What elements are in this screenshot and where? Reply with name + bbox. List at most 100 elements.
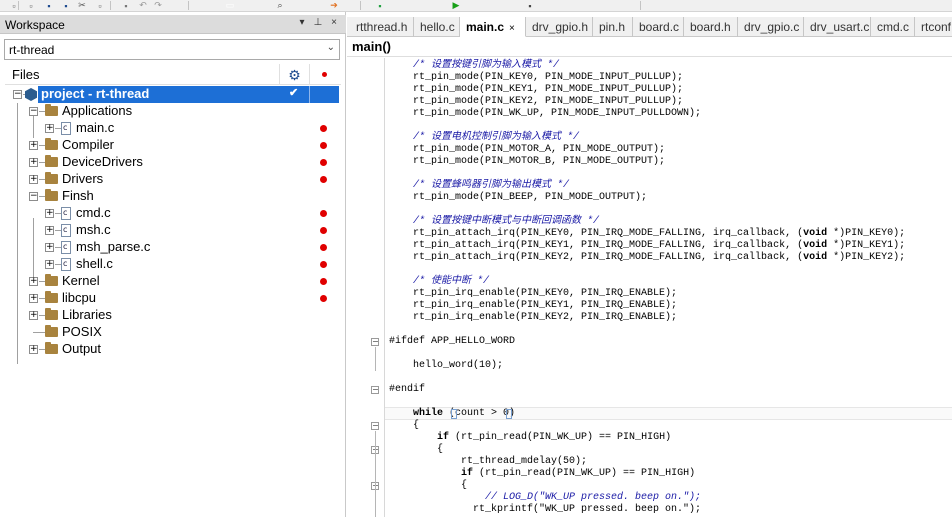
expand-icon[interactable]: + <box>45 124 54 133</box>
expand-icon[interactable]: + <box>29 345 38 354</box>
copy-icon[interactable]: ▫ <box>94 0 106 11</box>
code-line: rt_pin_mode(PIN_KEY0, PIN_MODE_INPUT_PUL… <box>389 72 684 83</box>
tab-drv-gpio-c[interactable]: drv_gpio.c <box>738 17 804 37</box>
tree-row-libraries[interactable]: + Libraries <box>5 307 341 324</box>
files-header-label: Files <box>12 67 40 82</box>
close-tab-icon[interactable]: × <box>509 23 515 34</box>
fold-guide-line <box>375 431 376 517</box>
options-icon[interactable]: ▪ <box>524 0 536 11</box>
tab-main-c[interactable]: main.c × <box>460 17 526 37</box>
build-status-dot-icon <box>320 227 327 234</box>
column-divider <box>309 86 310 103</box>
tab-rtthread-h[interactable]: rtthread.h <box>350 17 414 37</box>
fold-toggle-icon[interactable]: − <box>371 386 379 394</box>
expand-icon[interactable]: + <box>29 141 38 150</box>
tab-label: drv_usart.c <box>810 20 870 34</box>
tree-item-label: Output <box>62 341 102 356</box>
project-tree: −project - rt-thread✔−Applications+main.… <box>5 86 341 517</box>
tree-row-devicedrivers[interactable]: + DeviceDrivers <box>5 154 341 171</box>
tab-drv-usart-c[interactable]: drv_usart.c <box>804 17 871 37</box>
collapse-icon[interactable]: − <box>29 107 38 116</box>
tree-row-cmd-c[interactable]: + cmd.c <box>5 205 341 222</box>
tree-item-label: Finsh <box>62 188 94 203</box>
chevron-down-icon[interactable]: ⌄ <box>327 42 335 53</box>
tab-label: main.c <box>466 20 505 34</box>
bracket-match-marker <box>506 409 512 419</box>
tree-row-msh-c[interactable]: + msh.c <box>5 222 341 239</box>
expand-icon[interactable]: + <box>45 209 54 218</box>
search-in-files-icon[interactable]: ▭ <box>224 0 236 11</box>
tree-row-applications[interactable]: − Applications <box>5 103 341 120</box>
expand-icon[interactable]: + <box>29 311 38 320</box>
collapse-icon[interactable]: − <box>29 192 38 201</box>
close-icon[interactable]: × <box>328 17 340 28</box>
undo-icon[interactable]: ↶ <box>137 0 149 11</box>
code-line: #endif <box>389 384 426 395</box>
tree-row-finsh[interactable]: − Finsh <box>5 188 341 205</box>
fold-toggle-icon[interactable]: − <box>371 422 379 430</box>
tree-row-libcpu[interactable]: + libcpu <box>5 290 341 307</box>
tree-row-compiler[interactable]: + Compiler <box>5 137 341 154</box>
tree-row-shell-c[interactable]: + shell.c <box>5 256 341 273</box>
tree-row-output[interactable]: + Output <box>5 341 341 358</box>
build-status-dot-icon <box>320 295 327 302</box>
open-file-icon[interactable]: ▫ <box>25 0 37 11</box>
expand-icon[interactable]: + <box>45 226 54 235</box>
save-icon[interactable]: ▪ <box>43 0 55 11</box>
tree-row-project-rt-thread[interactable]: − project - rt-thread ✔ <box>5 86 341 103</box>
tab-rtconf[interactable]: rtconf <box>915 17 952 37</box>
code-area[interactable]: /* 设置按键引脚为输入模式 */ rt_pin_mode(PIN_KEY0, … <box>385 58 952 517</box>
fold-toggle-icon[interactable]: − <box>371 338 379 346</box>
tab-label: board.h <box>690 20 731 34</box>
code-line: { <box>389 420 420 431</box>
tab-cmd-c[interactable]: cmd.c <box>871 17 915 37</box>
tab-hello-c[interactable]: hello.c <box>414 17 460 37</box>
collapse-icon[interactable]: − <box>13 90 22 99</box>
tree-row-drivers[interactable]: + Drivers <box>5 171 341 188</box>
tree-row-kernel[interactable]: + Kernel <box>5 273 341 290</box>
expand-icon[interactable]: + <box>29 294 38 303</box>
debug-icon[interactable]: ▪ <box>374 0 386 11</box>
pane-menu-icon[interactable]: ▾ <box>296 17 308 28</box>
project-selector[interactable]: rt-thread ⌄ <box>4 39 340 60</box>
folder-icon <box>45 325 58 337</box>
tree-row-main-c[interactable]: + main.c <box>5 120 341 137</box>
c-file-icon <box>61 122 71 135</box>
tab-pin-h[interactable]: pin.h <box>593 17 633 37</box>
cut-icon[interactable]: ✂ <box>76 0 88 11</box>
tab-board-c[interactable]: board.c <box>633 17 684 37</box>
workspace-header: Workspace ▾ ⊥ × <box>0 15 346 34</box>
expand-icon[interactable]: + <box>45 260 54 269</box>
tab-drv-gpio-h[interactable]: drv_gpio.h <box>526 17 593 37</box>
build-status-dot-icon <box>320 210 327 217</box>
tree-row-msh-parse-c[interactable]: + msh_parse.c <box>5 239 341 256</box>
tree-item-label: msh_parse.c <box>76 239 151 254</box>
expand-icon[interactable]: + <box>29 175 38 184</box>
navigate-forward-icon[interactable]: ⌕ <box>274 0 286 11</box>
code-line: { <box>389 480 468 491</box>
paste-icon[interactable]: ▪ <box>120 0 132 11</box>
pin-icon[interactable]: ⊥ <box>312 17 324 28</box>
tree-item-label: Applications <box>62 103 133 118</box>
toolbar-separator <box>640 1 641 10</box>
expand-icon[interactable]: + <box>29 158 38 167</box>
options-column[interactable]: ⚙ <box>279 64 309 85</box>
tab-board-h[interactable]: board.h <box>684 17 738 37</box>
code-line: rt_pin_mode(PIN_MOTOR_B, PIN_MODE_OUTPUT… <box>389 156 666 167</box>
search-icon[interactable] <box>170 0 182 11</box>
function-navigator[interactable]: main() <box>347 37 952 57</box>
tree-row-posix[interactable]: POSIX <box>5 324 341 341</box>
run-icon[interactable]: ▶ <box>450 0 462 11</box>
expand-icon[interactable]: + <box>45 243 54 252</box>
save-all-icon[interactable]: ▪ <box>60 0 72 11</box>
expand-icon[interactable]: + <box>29 277 38 286</box>
navigate-back-icon[interactable]: ➔ <box>328 0 340 11</box>
build-status-column[interactable] <box>309 64 339 85</box>
build-status-dot-icon <box>320 261 327 268</box>
tree-item-label: DeviceDrivers <box>62 154 143 169</box>
toolbar-separator <box>188 1 189 10</box>
tree-item-label: POSIX <box>62 324 102 339</box>
c-file-icon <box>61 241 71 254</box>
redo-icon[interactable]: ↷ <box>152 0 164 11</box>
folder-icon <box>45 189 58 201</box>
